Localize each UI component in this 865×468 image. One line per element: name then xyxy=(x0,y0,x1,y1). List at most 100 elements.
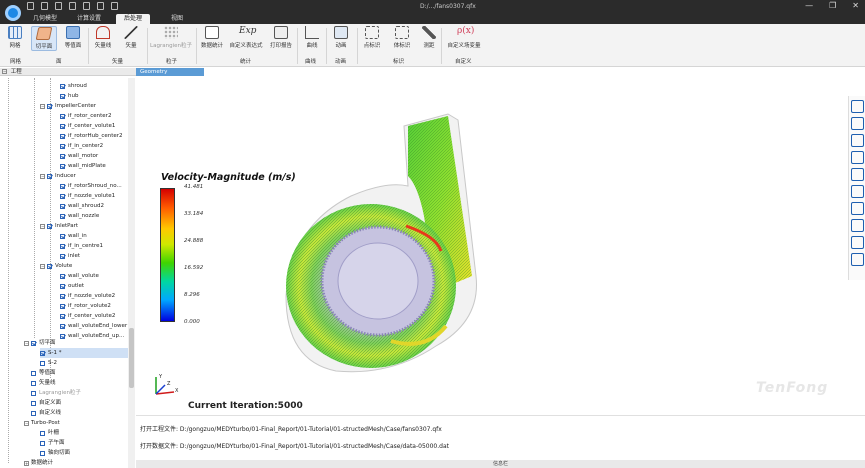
checkbox[interactable] xyxy=(47,103,52,109)
custom-expression-button[interactable]: Exp 自定义表达式 xyxy=(226,26,266,49)
tree-item[interactable]: wall_volute xyxy=(60,271,99,281)
view-z-icon[interactable] xyxy=(851,219,864,232)
tree-item-impellercenter[interactable]: − ImpellerCenter xyxy=(40,101,96,111)
tree-item[interactable]: if_rotorHub_center2 xyxy=(60,131,123,141)
collapse-icon[interactable]: − xyxy=(40,103,45,109)
tree-item-streamline[interactable]: 矢量线 xyxy=(31,378,56,388)
tree-item[interactable]: wall_shroud2 xyxy=(60,201,104,211)
checkbox[interactable] xyxy=(60,153,65,159)
3d-viewport[interactable] xyxy=(136,76,848,415)
data-statistics-button[interactable]: 数据统计 xyxy=(197,26,227,49)
checkbox[interactable] xyxy=(60,123,65,129)
checkbox[interactable] xyxy=(47,223,52,229)
tree-item[interactable]: wall_nozzle xyxy=(60,211,99,221)
expand-icon[interactable]: + xyxy=(24,460,29,466)
measure-distance-button[interactable]: 测距 xyxy=(414,26,444,49)
tree-item[interactable]: if_rotor_volute2 xyxy=(60,301,111,311)
checkbox[interactable] xyxy=(60,283,65,289)
tree-item[interactable]: if_nozzle_volute1 xyxy=(60,191,115,201)
tree-item[interactable]: if_in_centre1 xyxy=(60,241,103,251)
tree-item[interactable]: wall_in xyxy=(60,231,87,241)
checkbox[interactable] xyxy=(40,430,45,436)
checkbox[interactable] xyxy=(31,340,36,346)
help-icon[interactable] xyxy=(97,2,104,10)
tree-item-hub[interactable]: hub xyxy=(60,91,78,101)
checkbox[interactable] xyxy=(60,193,65,199)
mesh-button[interactable]: 网格 xyxy=(0,26,30,49)
tree-item[interactable]: inlet xyxy=(60,251,80,261)
checkbox[interactable] xyxy=(60,183,65,189)
restore-button[interactable]: ❐ xyxy=(829,1,836,10)
tree-item[interactable]: if_center_volute2 xyxy=(60,311,115,321)
text-label-icon[interactable] xyxy=(851,236,864,249)
checkbox[interactable] xyxy=(60,133,65,139)
rotate-icon[interactable] xyxy=(851,100,864,113)
checkbox[interactable] xyxy=(60,253,65,259)
checkbox[interactable] xyxy=(40,450,45,456)
tree-item-custom-line[interactable]: 自定义线 xyxy=(31,408,61,418)
tree-item[interactable]: wall_midPlate xyxy=(60,161,106,171)
tree-item-slice-planes[interactable]: − 切平面 xyxy=(24,338,56,348)
tree-item-inletpart[interactable]: − InletPart xyxy=(40,221,78,231)
checkbox[interactable] xyxy=(60,333,65,339)
tree-item-custom-surface[interactable]: 自定义面 xyxy=(31,398,61,408)
checkbox[interactable] xyxy=(60,143,65,149)
zoom-icon[interactable] xyxy=(851,134,864,147)
collapse-icon[interactable]: − xyxy=(24,340,29,346)
lagrangian-particle-button[interactable]: Lagrangien粒子 xyxy=(148,26,194,49)
checkbox[interactable] xyxy=(60,273,65,279)
tree-item[interactable]: if_rotorShroud_no... xyxy=(60,181,122,191)
scrollbar-thumb[interactable] xyxy=(129,328,134,388)
checkbox[interactable] xyxy=(31,410,36,416)
checkbox[interactable] xyxy=(47,263,52,269)
tree-item[interactable]: outlet xyxy=(60,281,84,291)
checkbox[interactable] xyxy=(60,203,65,209)
checkbox[interactable] xyxy=(31,370,36,376)
tree-item-isosurface[interactable]: 等值面 xyxy=(31,368,56,378)
tab-compute-settings[interactable]: 计算设置 xyxy=(72,14,106,24)
volume-marker-button[interactable]: 体标识 xyxy=(387,26,417,49)
close-button[interactable]: ✕ xyxy=(852,1,859,10)
open-file-icon[interactable] xyxy=(41,2,48,10)
checkbox[interactable] xyxy=(60,243,65,249)
tree-item-s1[interactable]: S-1 * xyxy=(40,348,128,358)
checkbox[interactable] xyxy=(60,303,65,309)
tree-item[interactable]: if_nozzle_volute2 xyxy=(60,291,115,301)
tree-item-inducer[interactable]: − Inducer xyxy=(40,171,76,181)
save-icon[interactable] xyxy=(55,2,62,10)
checkbox[interactable] xyxy=(60,83,65,89)
new-file-icon[interactable] xyxy=(27,2,34,10)
checkbox[interactable] xyxy=(60,293,65,299)
tab-postprocess[interactable]: 后处理 xyxy=(116,14,150,24)
tree-item-s2[interactable]: S-2 xyxy=(40,358,57,368)
tree-item-turbo-post[interactable]: − Turbo-Post xyxy=(24,418,60,428)
minimize-button[interactable]: — xyxy=(805,1,813,10)
checkbox[interactable] xyxy=(60,233,65,239)
tree-scrollbar[interactable] xyxy=(128,78,135,468)
tree-item-shroud[interactable]: shroud xyxy=(60,81,87,91)
checkbox[interactable] xyxy=(40,350,45,356)
tab-view[interactable]: 视图 xyxy=(160,14,194,24)
checkbox[interactable] xyxy=(47,173,52,179)
tree-item[interactable]: wall_voluteEnd_lower xyxy=(60,321,127,331)
collapse-icon[interactable]: − xyxy=(40,263,45,269)
tree-item-volute[interactable]: − Volute xyxy=(40,261,72,271)
checkbox[interactable] xyxy=(40,440,45,446)
about-icon[interactable] xyxy=(111,2,118,10)
checkbox[interactable] xyxy=(60,213,65,219)
tab-geometry-view[interactable]: Geometry xyxy=(136,68,204,76)
print-report-button[interactable]: 打印报告 xyxy=(266,26,296,49)
checkbox[interactable] xyxy=(40,360,45,366)
curve-button[interactable]: 曲线 xyxy=(297,26,327,49)
app-logo[interactable] xyxy=(5,5,21,21)
collapse-icon[interactable]: − xyxy=(24,420,29,426)
checkbox[interactable] xyxy=(60,93,65,99)
isosurface-button[interactable]: 等值面 xyxy=(58,26,88,49)
checkbox[interactable] xyxy=(31,380,36,386)
checkbox[interactable] xyxy=(31,400,36,406)
custom-field-variable-button[interactable]: ρ(x) 自定义场变量 xyxy=(442,26,486,49)
collapse-icon[interactable]: − xyxy=(40,173,45,179)
tree-item[interactable]: if_in_center2 xyxy=(60,141,103,151)
tree-item-meridional[interactable]: 子午面 xyxy=(40,438,65,448)
tree-item[interactable]: if_center_volute1 xyxy=(60,121,115,131)
